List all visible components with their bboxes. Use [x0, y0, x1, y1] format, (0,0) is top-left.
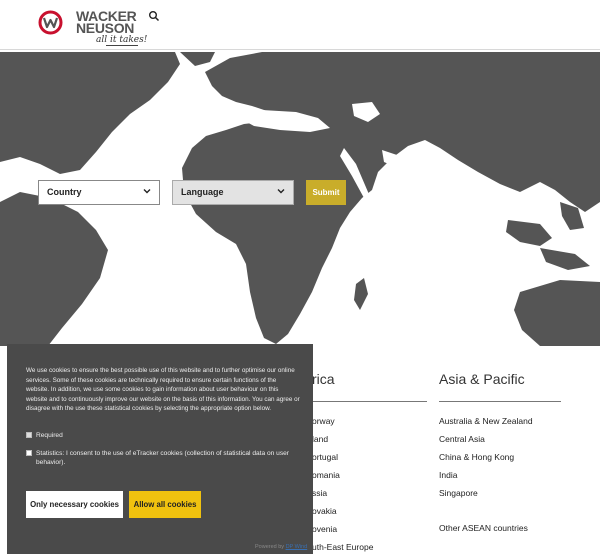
chevron-down-icon	[143, 189, 151, 194]
country-select-label: Country	[47, 187, 82, 197]
required-checkbox	[26, 432, 32, 438]
chevron-down-icon	[277, 189, 285, 194]
country-select[interactable]: Country	[38, 180, 160, 205]
statistics-label: Statistics: I consent to the use of eTra…	[36, 450, 290, 466]
region-link[interactable]: China & Hong Kong	[439, 452, 514, 462]
powered-by-link[interactable]: DP Wind	[286, 544, 308, 550]
region-link[interactable]: India	[439, 470, 457, 480]
submit-button[interactable]: Submit	[306, 180, 346, 205]
region-link[interactable]: Singapore	[439, 488, 478, 498]
region-link[interactable]: uth-East Europe	[312, 542, 373, 552]
required-label: Required	[36, 432, 63, 439]
region-link[interactable]: orway	[312, 416, 335, 426]
only-necessary-cookies-button[interactable]: Only necessary cookies	[26, 491, 123, 518]
region-divider	[439, 401, 561, 402]
cookie-description: We use cookies to ensure the best possib…	[26, 367, 300, 412]
wacker-neuson-logo-icon[interactable]	[38, 10, 63, 35]
brand-wordmark[interactable]: WACKER NEUSON	[76, 9, 137, 36]
language-select[interactable]: Language	[172, 180, 294, 205]
powered-by-note: Powered by DP Wind	[255, 544, 307, 550]
site-header: WACKER NEUSON all it takes!	[0, 0, 600, 50]
brand-name-line2: NEUSON	[76, 20, 135, 36]
search-icon[interactable]	[148, 10, 160, 22]
region-link[interactable]: Australia & New Zealand	[439, 416, 533, 426]
region-link[interactable]: Central Asia	[439, 434, 485, 444]
region-link[interactable]: ovakia	[312, 506, 337, 516]
region-link[interactable]: ssia	[312, 488, 327, 498]
region-link[interactable]: Other ASEAN countries	[439, 523, 528, 533]
cookie-banner: We use cookies to ensure the best possib…	[7, 344, 313, 554]
tagline-underline	[106, 45, 138, 46]
region-link[interactable]: ortugal	[312, 452, 338, 462]
allow-all-cookies-button[interactable]: Allow all cookies	[129, 491, 201, 518]
region-title-asia-pacific: Asia & Pacific	[439, 371, 525, 387]
language-select-label: Language	[181, 187, 224, 197]
region-divider	[300, 401, 427, 402]
brand-tagline: all it takes!	[96, 35, 148, 45]
region-title-europe: rica	[312, 371, 335, 387]
statistics-checkbox[interactable]	[26, 450, 32, 456]
region-link[interactable]: ovenia	[312, 524, 337, 534]
region-link[interactable]: omania	[312, 470, 340, 480]
region-link[interactable]: land	[312, 434, 328, 444]
powered-by-prefix: Powered by	[255, 544, 285, 550]
